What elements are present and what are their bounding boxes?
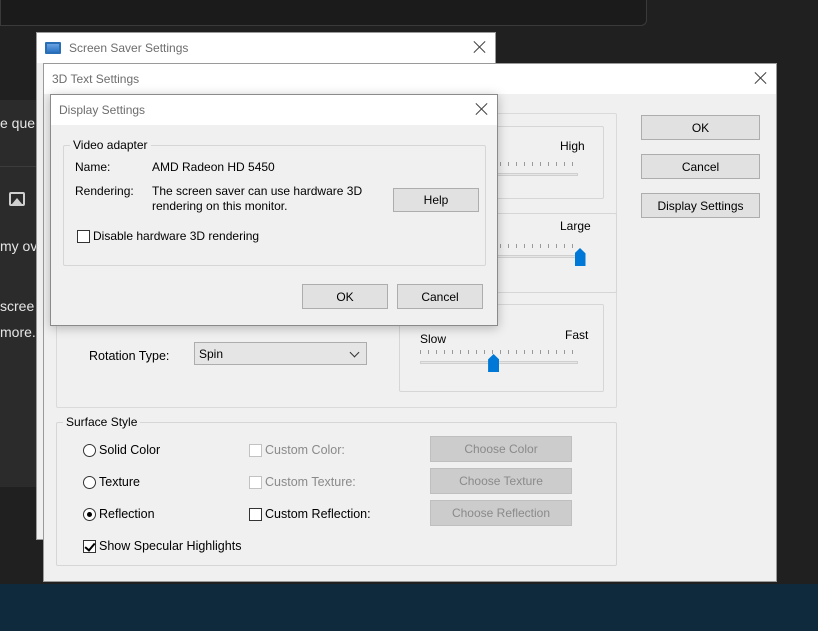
resolution-high-label: High <box>560 139 585 153</box>
close-icon[interactable] <box>475 102 489 116</box>
speed-slider-ticks <box>420 350 580 354</box>
show-specular-checkbox[interactable] <box>83 540 96 553</box>
choose-texture-button[interactable]: Choose Texture <box>430 468 572 494</box>
speed-slider-thumb[interactable] <box>488 354 500 372</box>
custom-texture-label: Custom Texture: <box>265 475 356 489</box>
cancel-button[interactable]: Cancel <box>641 154 760 179</box>
texture-radio[interactable] <box>83 476 96 489</box>
help-button[interactable]: Help <box>393 188 479 212</box>
image-icon[interactable] <box>9 192 25 206</box>
background-text-line: e que <box>0 115 36 131</box>
screen-saver-icon <box>45 42 61 54</box>
speed-fast-label: Fast <box>565 328 589 342</box>
display-settings-dialog: Display Settings Video adapter Name: AMD… <box>50 94 498 326</box>
disable-hw-3d-checkbox[interactable] <box>77 230 90 243</box>
disable-hw-3d-label: Disable hardware 3D rendering <box>93 229 260 243</box>
custom-reflection-checkbox[interactable] <box>249 508 262 521</box>
display-settings-button[interactable]: Display Settings <box>641 193 760 218</box>
rotation-type-value: Spin <box>199 346 224 361</box>
background-text-line: more. <box>0 324 36 340</box>
custom-color-checkbox[interactable] <box>249 444 262 457</box>
ok-button[interactable]: OK <box>302 284 388 309</box>
custom-texture-checkbox[interactable] <box>249 476 262 489</box>
surface-style-group: Surface Style Solid Color Texture Reflec… <box>56 415 617 566</box>
texture-label: Texture <box>99 475 140 489</box>
background-card <box>0 0 647 26</box>
display-settings-titlebar: Display Settings <box>51 95 497 125</box>
close-icon[interactable] <box>473 40 487 54</box>
custom-color-label: Custom Color: <box>265 443 345 457</box>
ok-button[interactable]: OK <box>641 115 760 140</box>
rotation-type-select[interactable]: Spin <box>194 342 367 365</box>
custom-reflection-label: Custom Reflection: <box>265 507 371 521</box>
size-slider-thumb[interactable] <box>574 248 586 266</box>
rotation-type-label: Rotation Type: <box>89 349 170 363</box>
rendering-text-line2: rendering on this monitor. <box>152 199 288 213</box>
speed-slow-label: Slow <box>420 332 447 346</box>
rendering-label: Rendering: <box>75 184 134 198</box>
rendering-text-line1: The screen saver can use hardware 3D <box>152 184 363 198</box>
adapter-name-value: AMD Radeon HD 5450 <box>152 160 275 174</box>
text3d-title: 3D Text Settings <box>52 72 140 86</box>
background-text-line: scree <box>0 298 35 314</box>
close-icon[interactable] <box>754 71 768 85</box>
reflection-label: Reflection <box>99 507 155 521</box>
display-settings-title: Display Settings <box>59 103 146 117</box>
choose-reflection-button[interactable]: Choose Reflection <box>430 500 572 526</box>
reflection-radio[interactable] <box>83 508 96 521</box>
cancel-button[interactable]: Cancel <box>397 284 483 309</box>
solid-color-label: Solid Color <box>99 443 161 457</box>
text3d-titlebar: 3D Text Settings <box>44 64 776 94</box>
name-label: Name: <box>75 160 111 174</box>
show-specular-label: Show Specular Highlights <box>99 539 242 553</box>
solid-color-radio[interactable] <box>83 444 96 457</box>
chevron-down-icon <box>349 347 360 358</box>
video-adapter-label: Video adapter <box>70 138 151 152</box>
background-panel <box>0 100 36 487</box>
screen-saver-title: Screen Saver Settings <box>69 41 189 55</box>
surface-style-label: Surface Style <box>63 415 141 429</box>
size-large-label: Large <box>560 219 591 233</box>
background-divider <box>0 166 36 167</box>
screen-saver-titlebar: Screen Saver Settings <box>37 33 495 63</box>
choose-color-button[interactable]: Choose Color <box>430 436 572 462</box>
background-text-line: my ov <box>0 238 36 254</box>
video-adapter-group: Video adapter Name: AMD Radeon HD 5450 R… <box>63 138 486 266</box>
taskbar <box>0 584 818 631</box>
